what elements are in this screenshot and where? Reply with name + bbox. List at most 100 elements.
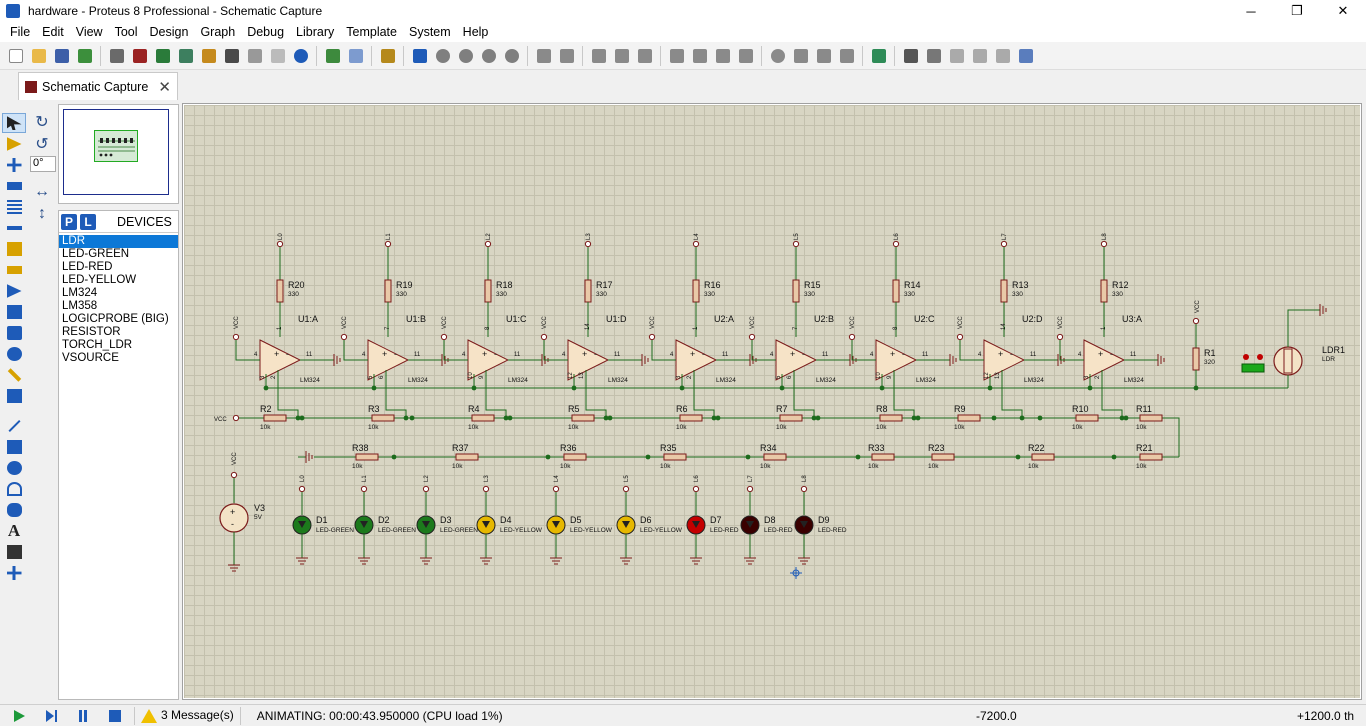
device-pin-icon[interactable] [2,281,26,301]
tab-close-icon[interactable]: ✕ [158,78,171,96]
new-sheet-icon[interactable] [947,46,967,66]
symbol-icon[interactable] [2,542,26,562]
text-icon[interactable]: A [2,521,26,541]
pcb-icon[interactable] [153,46,173,66]
menu-edit[interactable]: Edit [36,25,70,39]
decompose-icon[interactable] [837,46,857,66]
gerber-icon[interactable] [199,46,219,66]
menu-design[interactable]: Design [144,25,195,39]
zoom-in-icon[interactable] [433,46,453,66]
bus-icon[interactable] [2,218,26,238]
stop-button[interactable] [102,706,128,726]
make-device-icon[interactable] [791,46,811,66]
menu-library[interactable]: Library [290,25,340,39]
search-tag-icon[interactable] [901,46,921,66]
library-manager-button[interactable]: L [80,213,96,230]
line-icon[interactable] [2,416,26,436]
save-icon[interactable] [52,46,72,66]
device-item[interactable]: LED-RED [59,261,178,274]
mirror-vertical-icon[interactable]: ↕ [30,204,54,224]
device-item[interactable]: LDR [59,235,178,248]
origin-icon[interactable] [378,46,398,66]
overview-window[interactable] [58,104,179,204]
electrical-rule-check-icon[interactable] [1016,46,1036,66]
copy-icon[interactable] [612,46,632,66]
design-explorer-icon[interactable] [222,46,242,66]
schematic-editing-window[interactable]: L0 R20 330 + - U1:A LM324 1 4 11 3 2 VCC L1 R19 330 + - U1… [182,103,1362,700]
device-item[interactable]: LM358 [59,300,178,313]
redo-icon[interactable] [557,46,577,66]
maximize-button[interactable]: ❐ [1274,0,1320,22]
device-item[interactable]: VSOURCE [59,352,178,365]
selection-mode-icon[interactable] [2,113,26,133]
arc-icon[interactable] [2,479,26,499]
block-rotate-icon[interactable] [713,46,733,66]
block-delete-icon[interactable] [736,46,756,66]
circle-icon[interactable] [2,458,26,478]
rotate-anticlockwise-icon[interactable]: ↺ [30,134,54,154]
menu-debug[interactable]: Debug [241,25,290,39]
junction-dot-icon[interactable] [2,155,26,175]
home-icon[interactable] [107,46,127,66]
pick-devices-button[interactable]: P [61,213,77,230]
cut-icon[interactable] [589,46,609,66]
text-script-icon[interactable] [2,197,26,217]
generator-icon[interactable] [2,344,26,364]
property-assignment-icon[interactable] [924,46,944,66]
device-item[interactable]: LM324 [59,287,178,300]
device-item[interactable]: RESISTOR [59,326,178,339]
messages-indicator[interactable]: 3 Message(s) [141,708,234,723]
pan-icon[interactable] [410,46,430,66]
device-item[interactable]: LOGICPROBE (BIG) [59,313,178,326]
package-tool-icon[interactable] [814,46,834,66]
zoom-area-icon[interactable] [502,46,522,66]
notes-icon[interactable] [268,46,288,66]
rotation-angle-field[interactable]: 0° [30,156,56,172]
menu-help[interactable]: Help [457,25,495,39]
open-folder-icon[interactable] [29,46,49,66]
schematic-sheet[interactable]: L0 R20 330 + - U1:A LM324 1 4 11 3 2 VCC L1 R19 330 + - U1… [184,105,1360,698]
block-move-icon[interactable] [690,46,710,66]
play-button[interactable] [6,706,32,726]
device-item[interactable]: LED-YELLOW [59,274,178,287]
menu-file[interactable]: File [4,25,36,39]
grid-icon[interactable] [346,46,366,66]
pause-button[interactable] [70,706,96,726]
schematic-icon[interactable] [130,46,150,66]
help-icon[interactable] [291,46,311,66]
tab-schematic-capture[interactable]: Schematic Capture ✕ [18,72,178,100]
close-button[interactable]: ✕ [1320,0,1366,22]
path-icon[interactable] [2,500,26,520]
wire-label-icon[interactable] [2,176,26,196]
paste-icon[interactable] [635,46,655,66]
pick-device-icon[interactable] [768,46,788,66]
menu-graph[interactable]: Graph [194,25,241,39]
remove-sheet-icon[interactable] [970,46,990,66]
menu-tool[interactable]: Tool [109,25,144,39]
subcircuit-icon[interactable] [2,239,26,259]
block-copy-icon[interactable] [667,46,687,66]
3d-icon[interactable] [176,46,196,66]
component-mode-icon[interactable] [2,134,26,154]
menu-view[interactable]: View [70,25,109,39]
voltage-probe-icon[interactable] [2,365,26,385]
box-icon[interactable] [2,437,26,457]
minimize-button[interactable]: ─ [1228,0,1274,22]
tape-recorder-icon[interactable] [2,323,26,343]
device-item[interactable]: LED-GREEN [59,248,178,261]
virtual-instrument-icon[interactable] [2,386,26,406]
exit-to-parent-icon[interactable] [993,46,1013,66]
bom-icon[interactable] [245,46,265,66]
zoom-all-icon[interactable] [479,46,499,66]
graph-icon[interactable] [2,302,26,322]
zoom-out-icon[interactable] [456,46,476,66]
import-icon[interactable] [75,46,95,66]
refresh-icon[interactable] [323,46,343,66]
wire-autorouter-icon[interactable] [869,46,889,66]
menu-system[interactable]: System [403,25,457,39]
terminal-icon[interactable] [2,260,26,280]
marker-icon[interactable] [2,563,26,583]
new-file-icon[interactable] [6,46,26,66]
mirror-horizontal-icon[interactable]: ↔ [30,182,54,202]
step-button[interactable] [38,706,64,726]
